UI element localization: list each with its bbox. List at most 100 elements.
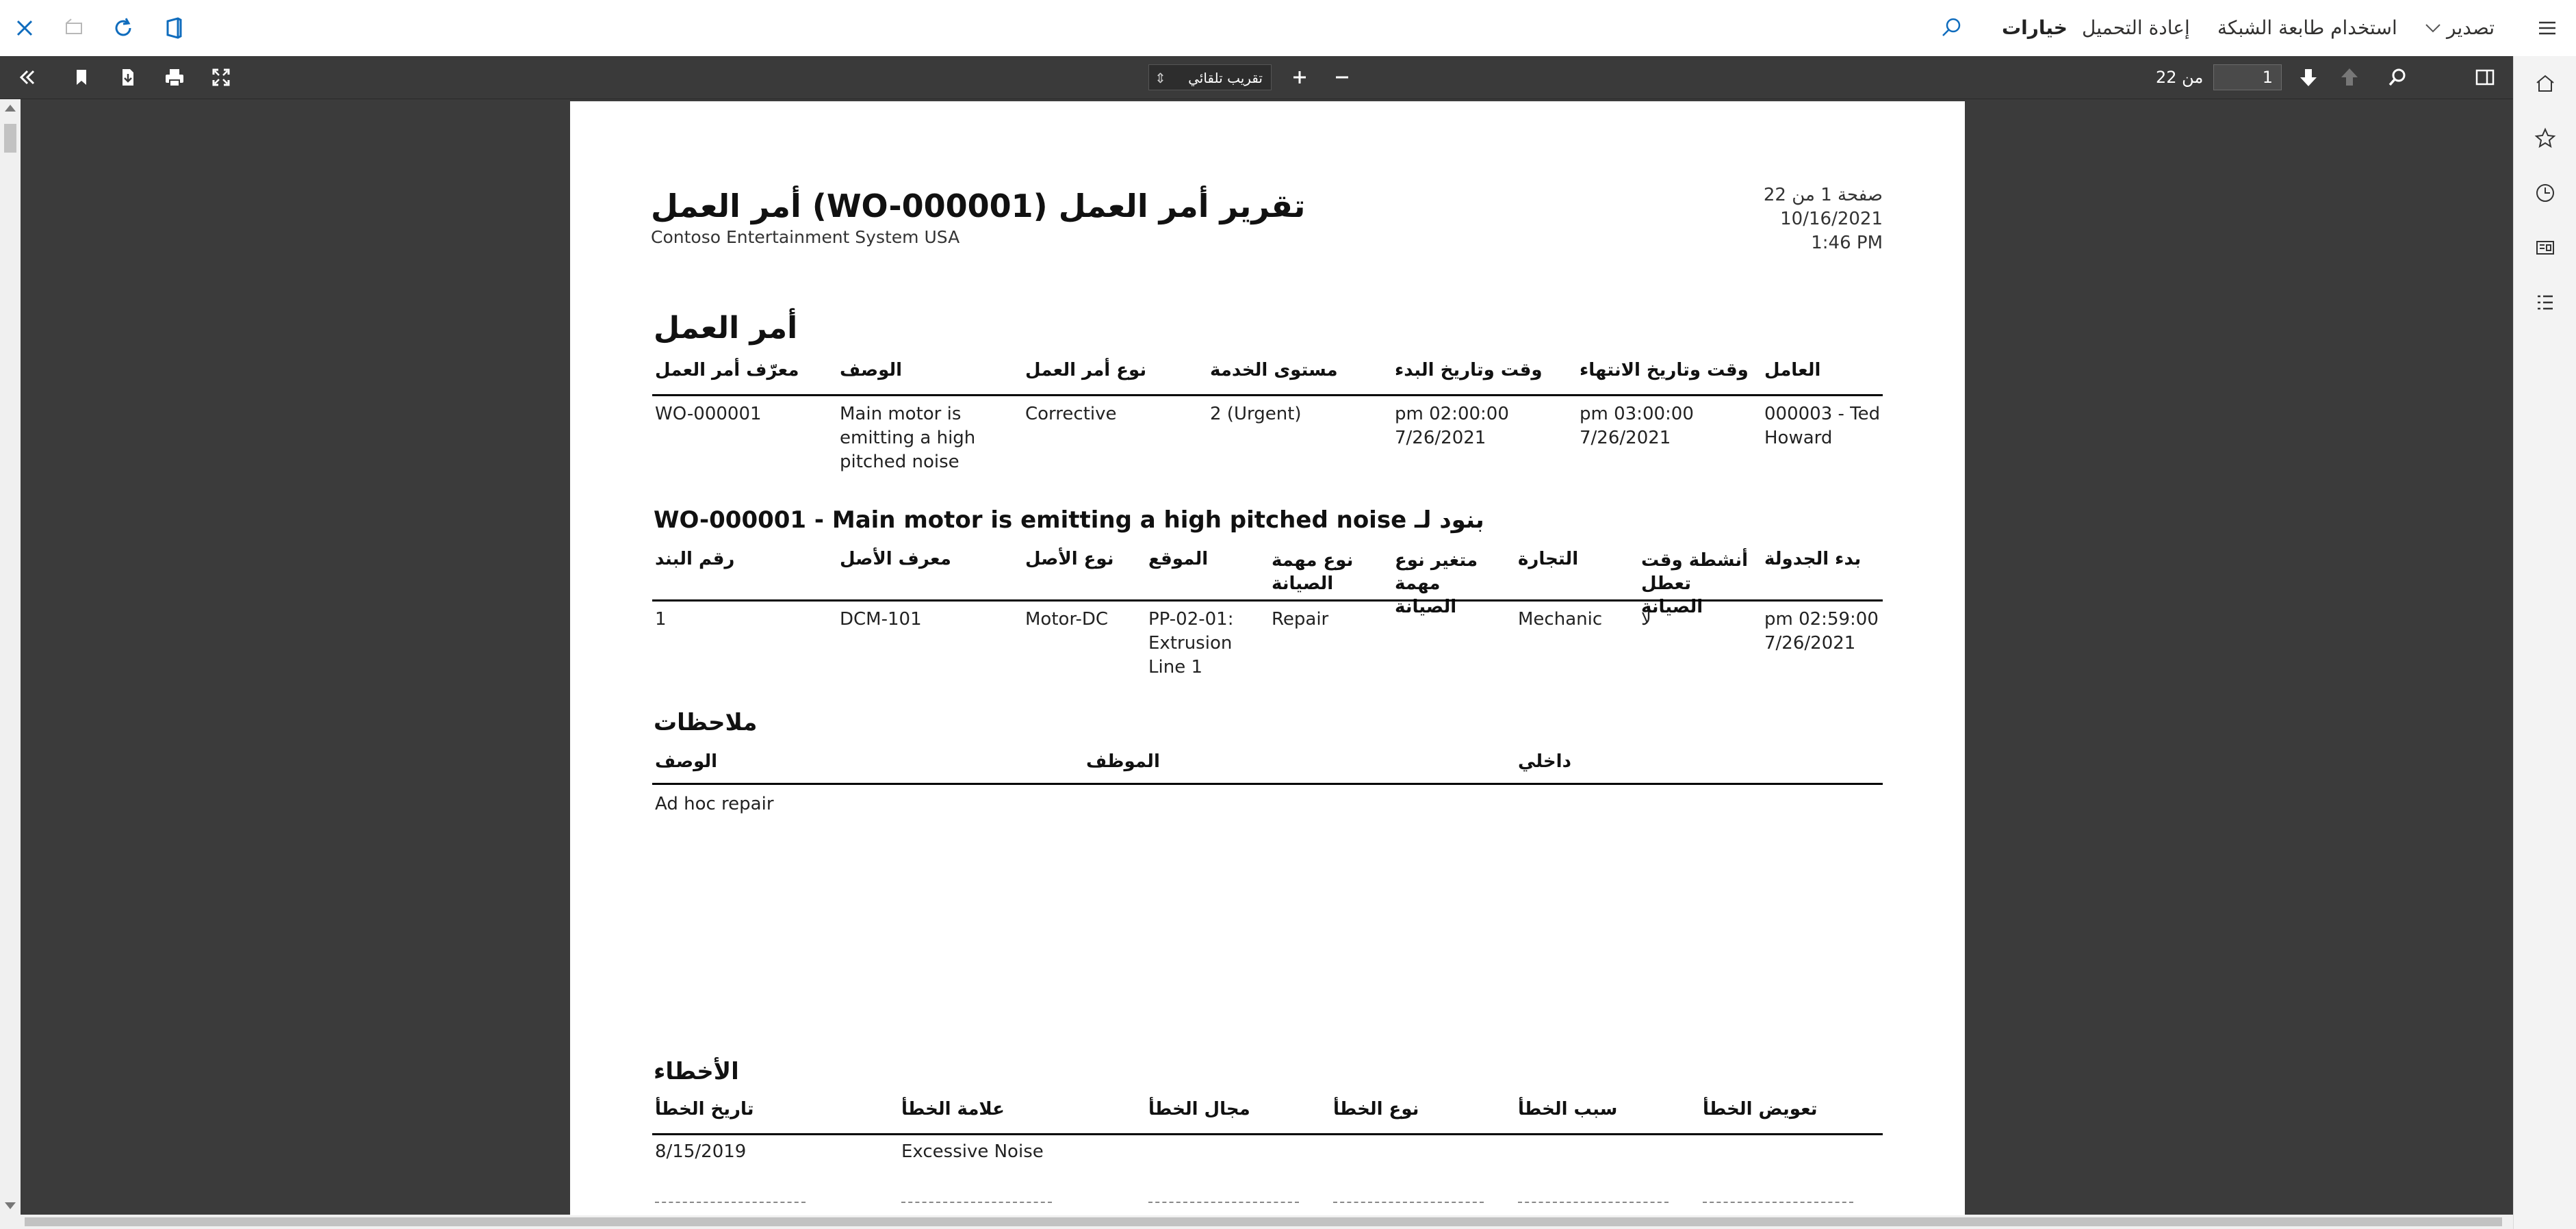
col-asset-id: معرف الأصل <box>840 549 951 569</box>
start-datetime: pm 02:00:00 7/26/2021 <box>1395 404 1509 448</box>
col-fault-type: نوع الخطأ <box>1333 1099 1419 1120</box>
horizontal-scroll-thumb[interactable] <box>25 1217 2502 1226</box>
navigation-rail <box>2513 56 2576 1229</box>
bookmark-icon[interactable] <box>68 64 94 90</box>
fault-signature-line <box>655 1202 806 1203</box>
collapse-panel-icon[interactable] <box>14 64 40 90</box>
zoom-out-icon[interactable] <box>1329 64 1355 90</box>
trade: Mechanic <box>1518 609 1603 630</box>
command-bar: خيارات إعادة التحميل استخدام طابعة الشبك… <box>0 0 2576 57</box>
col-maintenance-job-variant: متغير نوع مهمة الصيانة <box>1395 550 1478 617</box>
fault-signature-line <box>1148 1202 1299 1203</box>
zoom-select[interactable]: ⇕ تقريب تلقائي <box>1148 64 1272 90</box>
end-datetime: pm 03:00:00 7/26/2021 <box>1580 404 1694 448</box>
network-print-button[interactable]: استخدام طابعة الشبكة <box>2217 0 2397 56</box>
close-icon[interactable] <box>11 14 38 42</box>
lines-section-title: بنود لـ WO-000001 - Main motor is emitti… <box>654 506 1484 534</box>
fault-signature-line <box>1333 1202 1484 1203</box>
report-date: 10/16/2021 <box>1780 209 1883 229</box>
fullscreen-icon[interactable] <box>208 64 234 90</box>
find-icon[interactable] <box>2384 64 2410 90</box>
previous-page-icon[interactable] <box>2336 64 2362 90</box>
scroll-up-arrow-icon[interactable] <box>5 105 16 112</box>
fault-date: 8/15/2019 <box>655 1141 747 1162</box>
search-icon[interactable] <box>1938 14 1966 42</box>
company-name: Contoso Entertainment System USA <box>651 227 960 247</box>
col-maintenance-job-type: نوع مهمة الصيانة <box>1272 550 1354 594</box>
col-work-order-type: نوع أمر العمل <box>1025 360 1147 380</box>
pdf-viewer-toolbar: ⇕ تقريب تلقائي من 22 1 <box>0 56 2513 99</box>
fault-signature-line <box>1703 1202 1853 1203</box>
fault-signature-line <box>901 1202 1052 1203</box>
col-worker: العامل <box>1764 360 1821 380</box>
page-count: من 22 <box>2156 68 2204 87</box>
note-description: Ad hoc repair <box>655 794 774 814</box>
notes-section-title: ملاحظات <box>654 709 758 736</box>
reload-button[interactable]: إعادة التحميل <box>2082 0 2190 56</box>
new-window-icon[interactable] <box>60 14 88 42</box>
page-number-input[interactable]: 1 <box>2213 64 2282 90</box>
zoom-value: تقريب تلقائي <box>1188 70 1263 86</box>
col-trade: التجارة <box>1518 549 1579 569</box>
line-number: 1 <box>655 609 667 630</box>
next-page-icon[interactable] <box>2295 64 2321 90</box>
fault-symptom: Excessive Noise <box>901 1141 1044 1162</box>
download-icon[interactable] <box>115 64 141 90</box>
table-rule <box>652 783 1883 785</box>
office-icon[interactable] <box>160 14 188 42</box>
table-rule <box>652 599 1883 601</box>
work-order-section-title: أمر العمل <box>654 311 798 346</box>
favorites-icon[interactable] <box>2532 125 2559 152</box>
recent-icon[interactable] <box>2532 179 2559 207</box>
col-location: الموقع <box>1148 549 1209 569</box>
page-info: صفحة 1 من 22 <box>1763 185 1883 205</box>
scheduled-start: pm 02:59:00 7/26/2021 <box>1764 609 1879 654</box>
table-rule <box>652 1133 1883 1135</box>
options-button[interactable]: خيارات <box>2002 0 2068 56</box>
modules-icon[interactable] <box>2532 289 2559 316</box>
col-start-datetime: وقت وتاريخ البدء <box>1395 360 1543 380</box>
col-fault-cause: سبب الخطأ <box>1518 1099 1618 1120</box>
faults-section-title: الأخطاء <box>654 1058 739 1085</box>
home-icon[interactable] <box>2532 70 2559 97</box>
col-fault-date: تاريخ الخطأ <box>655 1099 754 1120</box>
col-line-number: رقم البند <box>655 549 735 569</box>
fault-signature-line <box>1518 1202 1669 1203</box>
col-service-level: مستوى الخدمة <box>1210 360 1338 380</box>
asset-id: DCM-101 <box>840 609 922 630</box>
location: PP-02-01: Extrusion Line 1 <box>1148 609 1234 677</box>
col-asset-type: نوع الأصل <box>1025 549 1114 569</box>
col-fault-symptom: علامة الخطأ <box>901 1099 1005 1120</box>
work-order-description: Main motor is emitting a high pitched no… <box>840 404 976 472</box>
vertical-scroll-thumb[interactable] <box>4 124 16 153</box>
report-time: 1:46 PM <box>1811 233 1883 253</box>
maintenance-job-type: Repair <box>1272 609 1329 630</box>
vertical-scrollbar[interactable] <box>0 99 21 1215</box>
worker: 000003 - Ted Howard <box>1764 404 1881 448</box>
service-level: 2 (Urgent) <box>1210 404 1302 424</box>
col-end-datetime: وقت وتاريخ الانتهاء <box>1580 360 1749 380</box>
col-fault-area: مجال الخطأ <box>1148 1099 1250 1120</box>
work-order-id: WO-000001 <box>655 404 762 424</box>
zoom-in-icon[interactable] <box>1287 64 1313 90</box>
col-description: الوصف <box>840 360 903 380</box>
chevron-down-icon[interactable] <box>2419 14 2447 42</box>
report-title: أمر العمل (WO-000001) تقرير أمر العمل <box>651 187 1306 224</box>
export-button[interactable]: تصدير <box>2447 0 2495 56</box>
select-arrow-icon: ⇕ <box>1155 70 1166 86</box>
downtime-activities: لا <box>1641 609 1651 630</box>
workspaces-icon[interactable] <box>2532 234 2559 261</box>
menu-icon[interactable] <box>2534 14 2561 42</box>
col-note-employee: الموظف <box>1086 751 1160 772</box>
horizontal-scrollbar[interactable] <box>0 1215 2513 1229</box>
table-rule <box>652 394 1883 396</box>
scroll-down-arrow-icon[interactable] <box>5 1202 16 1209</box>
refresh-icon[interactable] <box>110 14 137 42</box>
work-order-type: Corrective <box>1025 404 1117 424</box>
sidebar-toggle-icon[interactable] <box>2472 64 2498 90</box>
col-note-internal: داخلي <box>1518 751 1571 772</box>
print-icon[interactable] <box>162 64 188 90</box>
report-page: أمر العمل (WO-000001) تقرير أمر العمل Co… <box>570 101 1965 1215</box>
asset-type: Motor-DC <box>1025 609 1109 630</box>
col-note-description: الوصف <box>655 751 718 772</box>
